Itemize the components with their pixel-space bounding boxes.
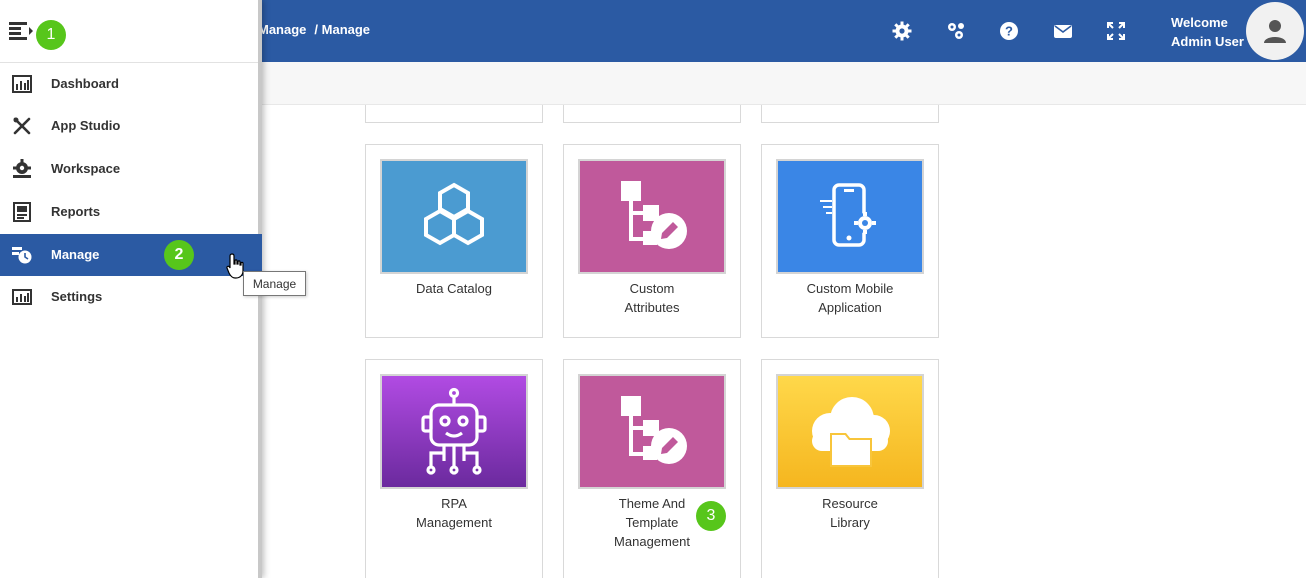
svg-text:?: ? (1005, 24, 1013, 39)
tile-theme-and-template-management[interactable]: Theme And Template Management 3 (563, 359, 741, 578)
tile-data-catalog[interactable]: Data Catalog (365, 144, 543, 338)
sidebar-item-label: Manage (51, 247, 100, 262)
breadcrumb-item[interactable]: Manage (258, 22, 306, 37)
tree-edit-icon (578, 374, 726, 489)
sidebar-item-label: Reports (51, 204, 101, 219)
tile-custom-attributes[interactable]: Custom Attributes (563, 144, 741, 338)
workflow-icon[interactable] (944, 19, 968, 43)
sidebar-header: 1 (0, 0, 258, 63)
manage-tooltip: Manage (243, 271, 306, 296)
step-badge-3: 3 (696, 501, 726, 531)
reports-icon (11, 201, 33, 223)
tile-custom-mobile-application[interactable]: Custom Mobile Application (761, 144, 939, 338)
breadcrumb: Manage / Manage (258, 22, 376, 37)
sidebar-item-label: Dashboard (51, 76, 119, 91)
manage-content: Data Catalog Custom Attributes Custom Mob… (262, 105, 1306, 578)
menu-collapse-icon[interactable] (9, 21, 33, 46)
sidebar-item-label: Workspace (51, 161, 121, 176)
sidebar-item-dashboard[interactable]: Dashboard (0, 63, 262, 105)
sidebar: 1 Dashboard App Studio Workspace Reports… (0, 0, 262, 578)
user-name[interactable]: Admin User (1171, 32, 1244, 51)
tile-resource-library[interactable]: Resource Library (761, 359, 939, 578)
sidebar-item-reports[interactable]: Reports (0, 191, 262, 233)
cloud-folder-icon (776, 374, 924, 489)
tile-rpa-management[interactable]: RPA Management (365, 359, 543, 578)
step-badge-2: 2 (164, 240, 194, 270)
tile-partial[interactable] (563, 105, 741, 123)
sidebar-item-manage[interactable]: Manage 2 (0, 234, 262, 276)
help-icon[interactable]: ? (997, 19, 1021, 43)
sidebar-item-settings[interactable]: Settings (0, 276, 262, 318)
breadcrumb-current: / Manage (314, 22, 371, 37)
welcome-text: Welcome Admin User (1171, 13, 1244, 51)
sidebar-item-workspace[interactable]: Workspace (0, 148, 262, 190)
tree-edit-icon (578, 159, 726, 274)
manage-icon (11, 244, 33, 266)
tile-label: Custom Mobile Application (806, 281, 894, 315)
tile-partial[interactable] (761, 105, 939, 123)
workspace-icon (11, 158, 33, 180)
hexagons-icon (380, 159, 528, 274)
mail-icon[interactable] (1051, 19, 1075, 43)
sidebar-item-label: App Studio (51, 118, 121, 133)
tile-partial[interactable] (365, 105, 543, 123)
settings-icon[interactable] (890, 19, 914, 43)
robot-icon (380, 374, 528, 489)
sidebar-item-label: Settings (51, 289, 103, 304)
tools-icon (11, 115, 33, 137)
tile-label: Resource Library (822, 496, 878, 530)
step-badge-1: 1 (36, 20, 66, 50)
fullscreen-icon[interactable] (1104, 19, 1128, 43)
user-avatar-icon[interactable] (1246, 2, 1304, 60)
settings-icon (11, 286, 33, 308)
dashboard-icon (11, 73, 33, 95)
welcome-label: Welcome (1171, 15, 1228, 30)
tile-label: Custom Attributes (624, 281, 680, 315)
sidebar-item-app-studio[interactable]: App Studio (0, 105, 262, 147)
mobile-gear-icon (776, 159, 924, 274)
tile-label: Data Catalog (416, 281, 492, 296)
tile-label: RPA Management (416, 496, 492, 530)
